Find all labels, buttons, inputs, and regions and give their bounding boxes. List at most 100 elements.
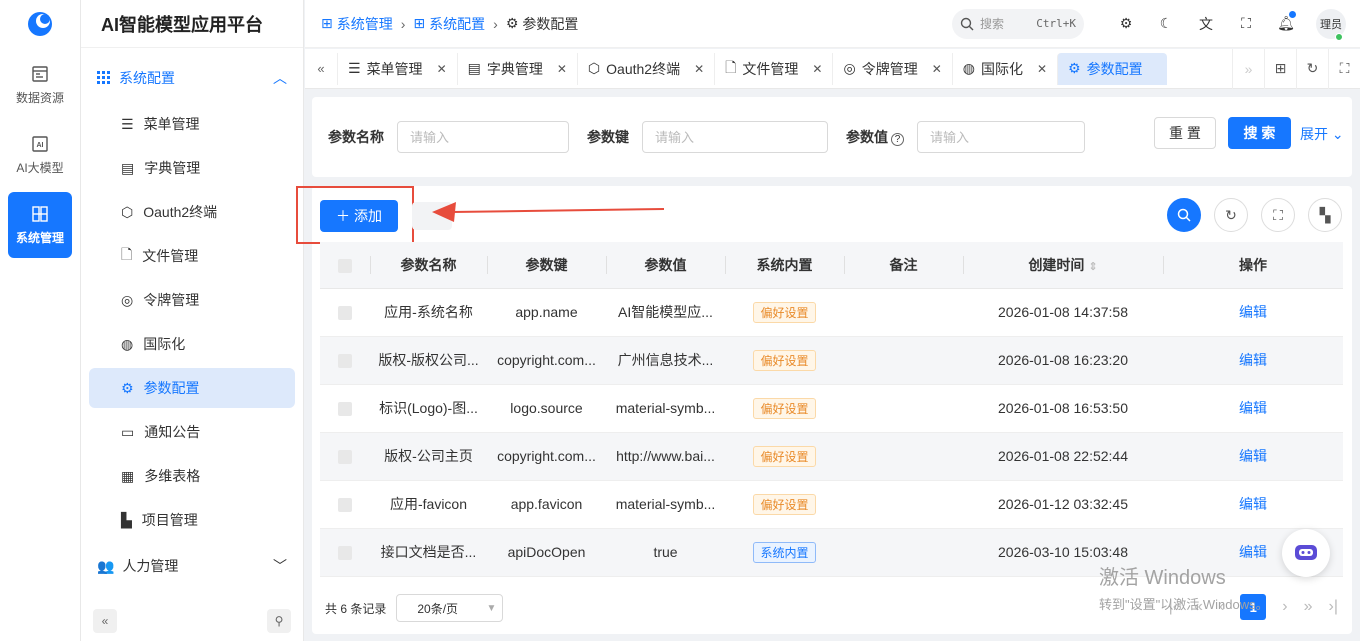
- sidebar-item-label: Oauth2终端: [143, 204, 218, 220]
- close-icon[interactable]: ✕: [694, 62, 704, 76]
- param-name-input[interactable]: [397, 121, 569, 153]
- rail-item-ai-model[interactable]: AI AI大模型: [8, 122, 72, 188]
- param-value-input[interactable]: [917, 121, 1085, 153]
- row-checkbox[interactable]: [338, 546, 352, 561]
- tab-scroll-right[interactable]: »: [1232, 48, 1264, 89]
- sidebar-item-dictionary[interactable]: ▤ 字典管理: [89, 148, 295, 188]
- sidebar-item-i18n[interactable]: ◍ 国际化: [89, 324, 295, 364]
- chatbot-button[interactable]: [1282, 529, 1330, 577]
- table-row[interactable]: 应用-favicon app.favicon material-symb... 偏好设…: [320, 480, 1343, 529]
- sidebar-item-projects[interactable]: ▙ 项目管理: [89, 500, 295, 540]
- sidebar-item-files[interactable]: 🗋 文件管理: [89, 236, 295, 276]
- close-icon[interactable]: ✕: [812, 62, 822, 76]
- edit-link[interactable]: 编辑: [1239, 448, 1267, 464]
- theme-toggle[interactable]: ☾: [1146, 15, 1186, 32]
- builtin-tag: 偏好设置: [753, 349, 816, 371]
- global-search[interactable]: 搜索 Ctrl+K: [952, 8, 1084, 39]
- tab-refresh-button[interactable]: ↻: [1296, 48, 1328, 89]
- file-icon: 🗋: [121, 246, 133, 262]
- next-page-button[interactable]: ›: [1282, 598, 1287, 616]
- tab-tokens[interactable]: ◎ 令牌管理 ✕: [832, 52, 951, 85]
- close-icon[interactable]: ✕: [437, 62, 447, 76]
- notifications-button[interactable]: 🔔︎: [1266, 11, 1306, 32]
- sidebar-item-menu[interactable]: ☰ 菜单管理: [89, 104, 295, 144]
- row-select-cell[interactable]: [320, 384, 370, 433]
- rail-item-data-resources[interactable]: 数据资源: [8, 52, 72, 118]
- row-select-cell[interactable]: [320, 288, 370, 337]
- sort-icon[interactable]: ⇕: [1088, 261, 1097, 273]
- expand-toggle[interactable]: 展开 ⌄: [1300, 124, 1344, 144]
- app-root: 数据资源 AI AI大模型 系统管理 AI智能模型应用平台 系统配置 ︿ ☰ 菜…: [0, 0, 1360, 641]
- tab-i18n[interactable]: ◍ 国际化 ✕: [951, 52, 1057, 85]
- table-row[interactable]: 应用-系统名称 app.name AI智能模型应... 偏好设置 2026-01-08 …: [320, 288, 1343, 337]
- pin-sidebar-button[interactable]: ⚲: [267, 609, 291, 633]
- add-button[interactable]: ＋添加: [320, 200, 398, 232]
- param-key-input[interactable]: [642, 121, 828, 153]
- column-header-sortable[interactable]: 创建时间 ⇕: [963, 242, 1163, 289]
- sidebar-item-notices[interactable]: ▭ 通知公告: [89, 412, 295, 452]
- close-icon[interactable]: ✕: [932, 62, 942, 76]
- search-button[interactable]: 搜 索: [1228, 117, 1291, 149]
- settings-button[interactable]: ⚙: [1106, 15, 1146, 32]
- tab-scroll-left[interactable]: «: [305, 61, 337, 76]
- table-row[interactable]: 标识(Logo)-图... logo.source material-symb...…: [320, 384, 1343, 433]
- search-shortcut: Ctrl+K: [1036, 17, 1076, 30]
- edit-link[interactable]: 编辑: [1239, 496, 1267, 512]
- tab-oauth2[interactable]: ⬡ Oauth2终端 ✕: [576, 52, 714, 85]
- next-five-button[interactable]: »: [1304, 598, 1313, 616]
- sidebar-group-hr[interactable]: 👥 人力管理 ﹀: [81, 544, 303, 588]
- hexagon-icon: ⬡: [121, 203, 134, 220]
- edit-link[interactable]: 编辑: [1239, 400, 1267, 416]
- edit-link[interactable]: 编辑: [1239, 544, 1267, 560]
- table-row[interactable]: 版权-版权公司... copyright.com... 广州信息技术... 偏好设置 2…: [320, 336, 1343, 385]
- table-row[interactable]: 版权-公司主页 copyright.com... http://www.bai...…: [320, 432, 1343, 481]
- tab-params[interactable]: ⚙ 参数配置: [1057, 52, 1167, 85]
- rail-item-system-management[interactable]: 系统管理: [8, 192, 72, 258]
- tab-maximize-button[interactable]: ⛶: [1328, 48, 1360, 89]
- row-select-cell[interactable]: [320, 480, 370, 529]
- tab-grid-button[interactable]: ⊞: [1264, 48, 1296, 89]
- edit-link[interactable]: 编辑: [1239, 352, 1267, 368]
- collapse-sidebar-button[interactable]: «: [93, 609, 117, 633]
- cell-param-value: http://www.bai...: [606, 432, 725, 481]
- cell-remark: [844, 384, 963, 433]
- sidebar-item-tables[interactable]: ▦ 多维表格: [89, 456, 295, 496]
- sidebar-item-tokens[interactable]: ◎ 令牌管理: [89, 280, 295, 320]
- row-checkbox[interactable]: [338, 450, 352, 465]
- tab-menu[interactable]: ☰ 菜单管理 ✕: [337, 52, 457, 85]
- fullscreen-button[interactable]: ⛶: [1226, 15, 1266, 32]
- help-icon[interactable]: ?: [891, 133, 904, 146]
- language-button[interactable]: 文: [1186, 14, 1226, 34]
- reset-button[interactable]: 重 置: [1154, 117, 1216, 149]
- close-icon[interactable]: ✕: [557, 62, 567, 76]
- tab-files[interactable]: 🗋 文件管理 ✕: [714, 52, 832, 85]
- row-select-cell[interactable]: [320, 432, 370, 481]
- column-header: 系统内置: [725, 242, 844, 289]
- avatar[interactable]: 理员: [1316, 8, 1346, 41]
- select-all-checkbox[interactable]: [338, 258, 352, 273]
- select-all-header[interactable]: [320, 242, 370, 289]
- sidebar-item-oauth2[interactable]: ⬡ Oauth2终端: [89, 192, 295, 232]
- row-checkbox[interactable]: [338, 306, 352, 321]
- breadcrumb-item[interactable]: ⊞ 系统配置: [413, 14, 485, 34]
- row-checkbox[interactable]: [338, 354, 352, 369]
- table-search-button[interactable]: [1167, 198, 1201, 232]
- table-columns-button[interactable]: ▚: [1308, 198, 1342, 232]
- sidebar-group-system-config[interactable]: 系统配置 ︿: [81, 56, 303, 100]
- notification-dot: [1289, 11, 1296, 18]
- breadcrumb-item[interactable]: ⊞ 系统管理: [321, 14, 393, 34]
- table-refresh-button[interactable]: ↻: [1214, 198, 1248, 232]
- row-select-cell[interactable]: [320, 336, 370, 385]
- close-icon[interactable]: ✕: [1037, 62, 1047, 76]
- app-logo[interactable]: [0, 0, 80, 48]
- tab-dictionary[interactable]: ▤ 字典管理 ✕: [456, 52, 577, 85]
- column-header: 参数键: [487, 242, 606, 289]
- row-select-cell[interactable]: [320, 528, 370, 577]
- table-fullscreen-button[interactable]: ⛶: [1261, 198, 1295, 232]
- page-size-select[interactable]: 20条/页: [396, 594, 504, 622]
- sidebar-item-params[interactable]: ⚙ 参数配置: [89, 368, 295, 408]
- edit-link[interactable]: 编辑: [1239, 304, 1267, 320]
- row-checkbox[interactable]: [338, 498, 352, 513]
- last-page-button[interactable]: ›|: [1329, 598, 1338, 616]
- row-checkbox[interactable]: [338, 402, 352, 417]
